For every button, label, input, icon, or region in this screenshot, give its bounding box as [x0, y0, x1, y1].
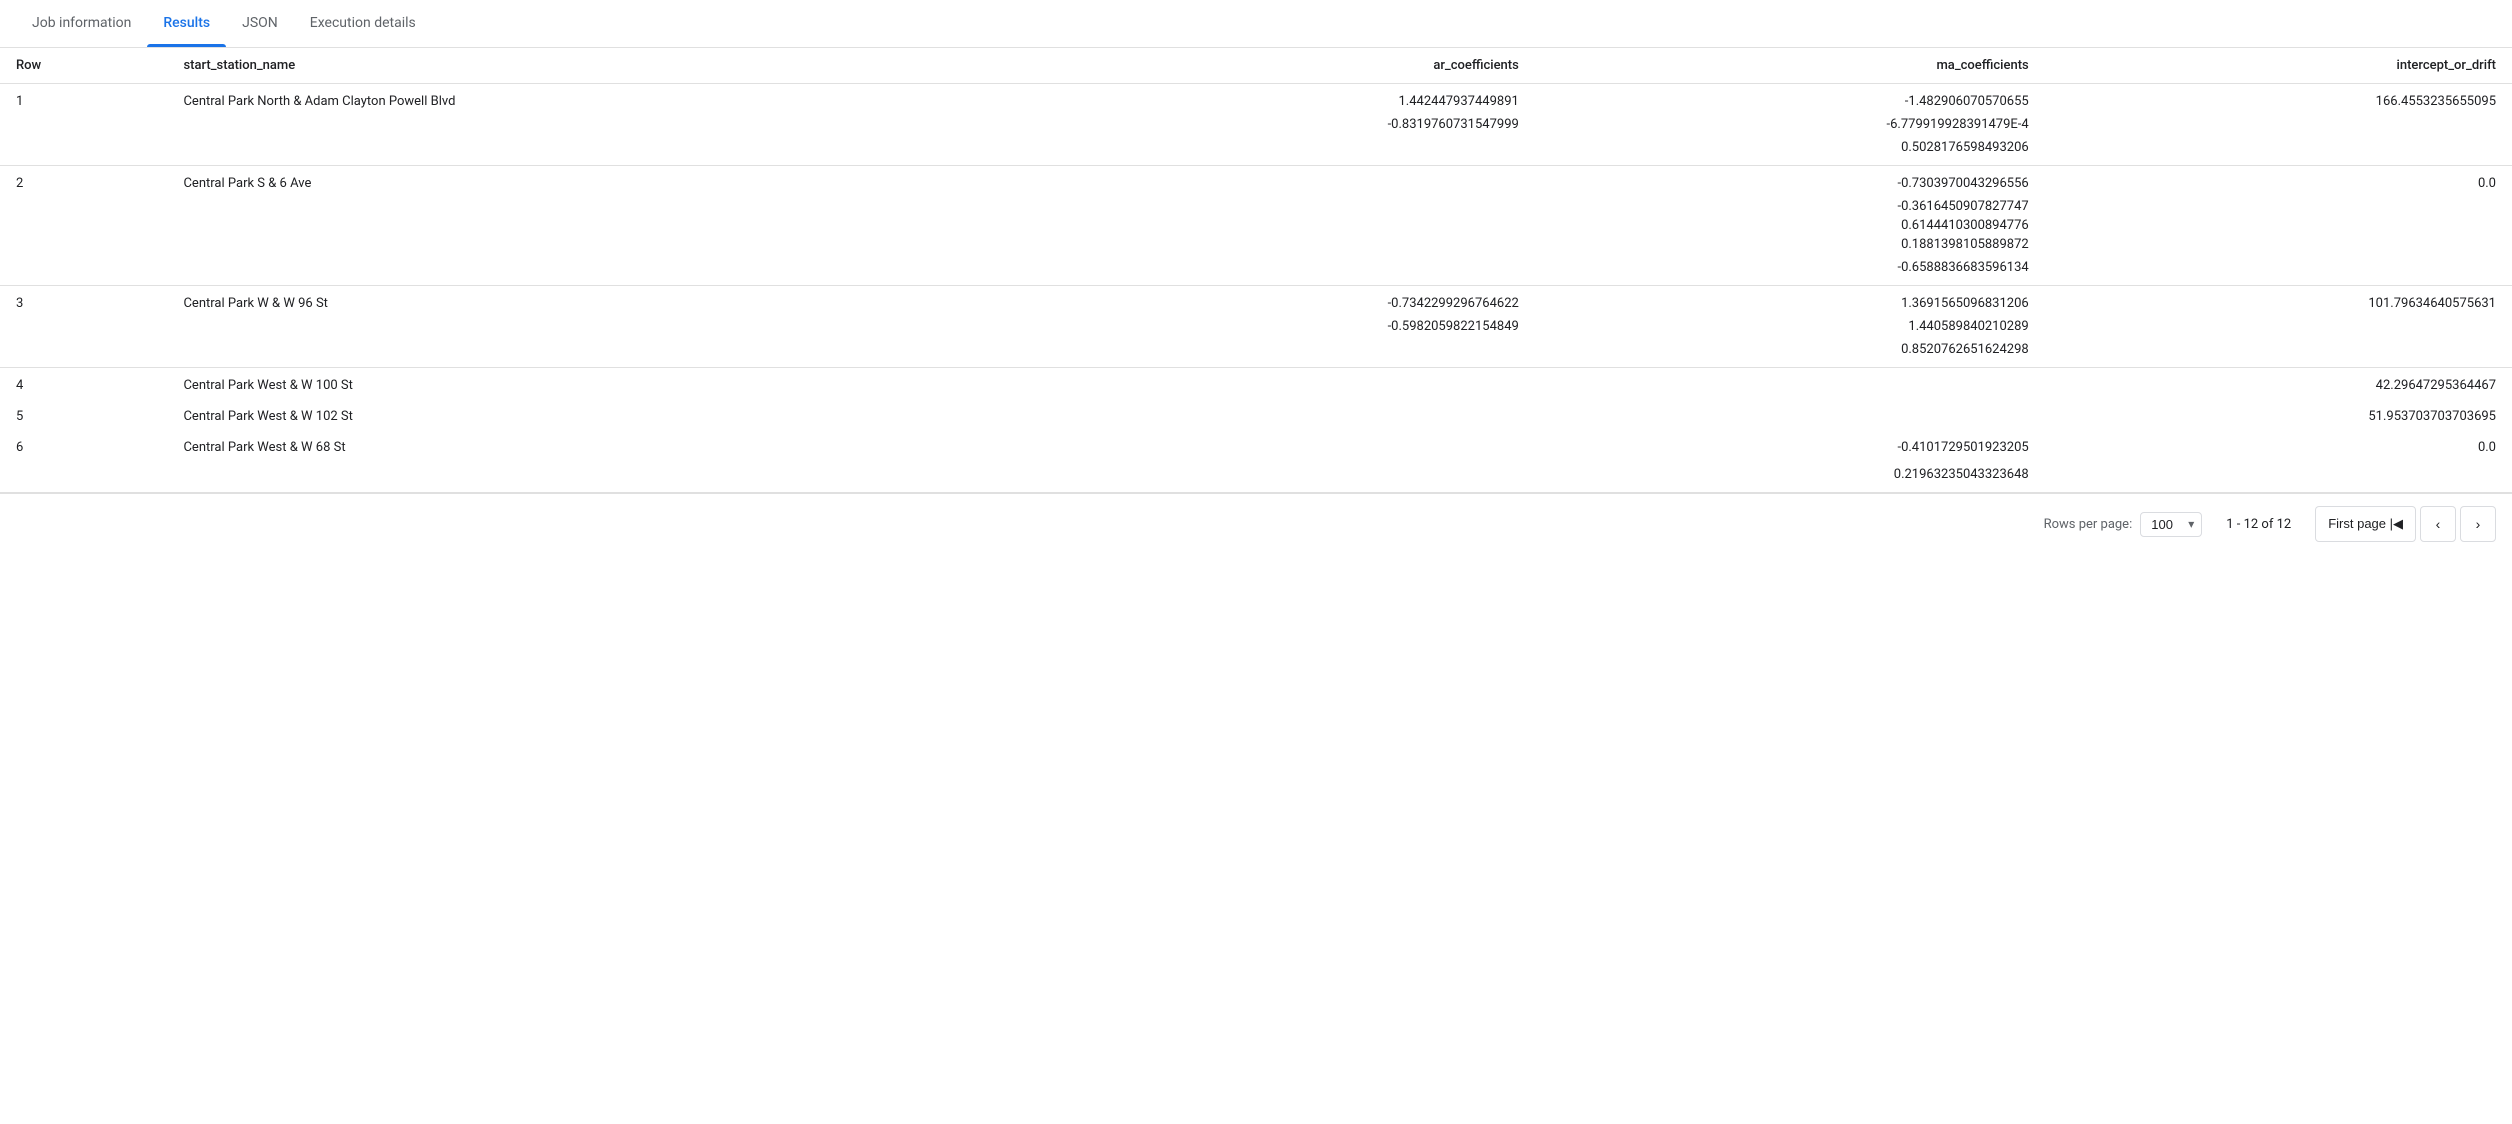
first-page-button[interactable]: First page |◀ — [2315, 506, 2416, 542]
tab-job-information[interactable]: Job information — [16, 0, 147, 47]
table-cell-station: Central Park West & W 102 St — [167, 399, 1057, 430]
table-cell-row-num: 1 — [0, 84, 167, 116]
table-cell-ar — [1057, 430, 1535, 461]
table-cell-ma: -1.482906070570655 — [1535, 84, 2045, 116]
table-cell-ma: 0.21963235043323648 — [1535, 461, 2045, 493]
table-cell-ma: -0.4101729501923205 — [1535, 430, 2045, 461]
table-cell-row-num: 6 — [0, 430, 167, 461]
tab-execution-details[interactable]: Execution details — [294, 0, 432, 47]
table-cell-ma — [1535, 368, 2045, 400]
table-cell-station — [167, 216, 1057, 235]
prev-page-button[interactable]: ‹ — [2420, 506, 2456, 542]
table-cell-ma: -0.6588836683596134 — [1535, 254, 2045, 286]
table-cell-station: Central Park North & Adam Clayton Powell… — [167, 84, 1057, 116]
table-cell-intercept: 0.0 — [2045, 166, 2512, 198]
next-page-button[interactable]: › — [2460, 506, 2496, 542]
table-cell-row-num — [0, 216, 167, 235]
table-cell-intercept: 51.953703703703695 — [2045, 399, 2512, 430]
table-cell-ma: -6.779919928391479E-4 — [1535, 115, 2045, 134]
table-cell-row-num: 2 — [0, 166, 167, 198]
table-cell-station — [167, 254, 1057, 286]
table-cell-intercept — [2045, 216, 2512, 235]
table-cell-station — [167, 115, 1057, 134]
table-cell-station: Central Park W & W 96 St — [167, 286, 1057, 318]
table-cell-intercept: 166.4553235655095 — [2045, 84, 2512, 116]
table-cell-station — [167, 336, 1057, 368]
table-cell-intercept: 0.0 — [2045, 430, 2512, 461]
table-cell-intercept — [2045, 235, 2512, 254]
table-cell-ar — [1057, 235, 1535, 254]
table-cell-ar — [1057, 166, 1535, 198]
results-table-container: Row start_station_name ar_coefficients m… — [0, 48, 2512, 493]
results-table: Row start_station_name ar_coefficients m… — [0, 48, 2512, 493]
table-cell-intercept — [2045, 254, 2512, 286]
table-cell-ma: 0.1881398105889872 — [1535, 235, 2045, 254]
table-cell-station — [167, 197, 1057, 216]
table-cell-station: Central Park S & 6 Ave — [167, 166, 1057, 198]
table-cell-ar — [1057, 368, 1535, 400]
col-header-station: start_station_name — [167, 48, 1057, 84]
col-header-intercept: intercept_or_drift — [2045, 48, 2512, 84]
table-cell-row-num: 5 — [0, 399, 167, 430]
table-cell-ma — [1535, 399, 2045, 430]
table-cell-row-num — [0, 115, 167, 134]
table-cell-intercept — [2045, 461, 2512, 493]
table-cell-station — [167, 134, 1057, 166]
table-cell-ar — [1057, 254, 1535, 286]
table-cell-ar: -0.8319760731547999 — [1057, 115, 1535, 134]
table-cell-row-num — [0, 336, 167, 368]
table-cell-ar — [1057, 336, 1535, 368]
table-cell-ma: 0.6144410300894776 — [1535, 216, 2045, 235]
table-cell-ma: 0.8520762651624298 — [1535, 336, 2045, 368]
table-cell-row-num — [0, 235, 167, 254]
table-cell-ar — [1057, 216, 1535, 235]
rows-per-page-select[interactable]: 100 10 25 50 — [2140, 512, 2202, 537]
table-cell-station — [167, 317, 1057, 336]
rows-per-page-wrapper: 100 10 25 50 — [2140, 512, 2202, 537]
table-cell-station — [167, 235, 1057, 254]
table-cell-intercept — [2045, 317, 2512, 336]
col-header-ar: ar_coefficients — [1057, 48, 1535, 84]
tabs-bar: Job information Results JSON Execution d… — [0, 0, 2512, 48]
table-cell-ma: -0.7303970043296556 — [1535, 166, 2045, 198]
table-cell-intercept: 42.29647295364467 — [2045, 368, 2512, 400]
table-cell-ar: 1.442447937449891 — [1057, 84, 1535, 116]
table-cell-intercept — [2045, 134, 2512, 166]
col-header-ma: ma_coefficients — [1535, 48, 2045, 84]
table-cell-ar — [1057, 399, 1535, 430]
table-cell-row-num — [0, 254, 167, 286]
table-cell-ma: 0.5028176598493206 — [1535, 134, 2045, 166]
table-cell-station: Central Park West & W 68 St — [167, 430, 1057, 461]
rows-per-page-label: Rows per page: — [2044, 517, 2133, 532]
table-cell-intercept — [2045, 197, 2512, 216]
table-cell-ar — [1057, 461, 1535, 493]
table-cell-ar — [1057, 197, 1535, 216]
table-footer: Rows per page: 100 10 25 50 1 - 12 of 12… — [0, 493, 2512, 554]
table-cell-ar — [1057, 134, 1535, 166]
table-cell-row-num: 4 — [0, 368, 167, 400]
table-cell-ar: -0.7342299296764622 — [1057, 286, 1535, 318]
table-cell-station: Central Park West & W 100 St — [167, 368, 1057, 400]
table-cell-ma: 1.440589840210289 — [1535, 317, 2045, 336]
tab-json[interactable]: JSON — [226, 0, 294, 47]
col-header-row: Row — [0, 48, 167, 84]
table-cell-row-num — [0, 197, 167, 216]
table-cell-row-num — [0, 317, 167, 336]
table-cell-station — [167, 461, 1057, 493]
pagination-info: 1 - 12 of 12 — [2226, 517, 2291, 532]
table-cell-row-num — [0, 461, 167, 493]
pagination-controls: First page |◀ ‹ › — [2315, 506, 2496, 542]
rows-per-page-control: Rows per page: 100 10 25 50 — [2044, 512, 2203, 537]
table-cell-intercept — [2045, 115, 2512, 134]
table-cell-ar: -0.5982059822154849 — [1057, 317, 1535, 336]
table-cell-ma: -0.3616450907827747 — [1535, 197, 2045, 216]
table-cell-intercept — [2045, 336, 2512, 368]
table-cell-intercept: 101.79634640575631 — [2045, 286, 2512, 318]
table-cell-row-num — [0, 134, 167, 166]
tab-results[interactable]: Results — [147, 0, 226, 47]
table-cell-ma: 1.3691565096831206 — [1535, 286, 2045, 318]
table-cell-row-num: 3 — [0, 286, 167, 318]
